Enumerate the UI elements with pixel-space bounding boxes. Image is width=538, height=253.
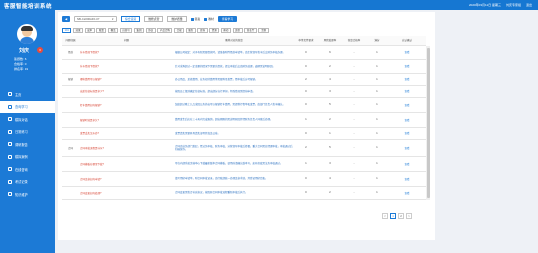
back-icon[interactable]: ◀ bbox=[62, 16, 70, 22]
chip[interactable]: 成本 bbox=[84, 28, 95, 33]
case-icon bbox=[8, 154, 12, 159]
edit-icon bbox=[8, 129, 12, 134]
page-button[interactable]: 1 bbox=[390, 213, 396, 219]
sidebar-item-simulate[interactable]: 模拟对话 bbox=[0, 113, 55, 126]
chip[interactable]: 产品订购 bbox=[157, 28, 173, 33]
sidebar-item-knowledge[interactable]: 知识维护 bbox=[0, 188, 55, 201]
sidebar: 刘庆 3 答题数: 6 合格率: 0 排名率: 19 主页 查询学习 模拟对话 … bbox=[0, 10, 55, 253]
checkbox-icon bbox=[190, 17, 194, 21]
toolbar: ◀ NB-C2200AFF-07 ▼ 综合运营 维修点管 维护质量 答案 教材 查… bbox=[58, 12, 435, 26]
exam-icon bbox=[8, 179, 12, 184]
checkbox-answer[interactable]: 答案 bbox=[190, 17, 200, 21]
stat-answers: 答题数: 6 bbox=[14, 57, 27, 61]
next-page-button[interactable]: > bbox=[406, 213, 412, 219]
stat-pass-rate: 合格率: 0 bbox=[14, 62, 27, 66]
sidebar-item-cases[interactable]: 模拟案例 bbox=[0, 151, 55, 164]
chip[interactable]: 合规 bbox=[173, 28, 185, 33]
main-panel: ◀ NB-C2200AFF-07 ▼ 综合运营 维修点管 维护质量 答案 教材 查… bbox=[58, 12, 435, 240]
tab-quality[interactable]: 维护质量 bbox=[167, 16, 187, 22]
home-icon bbox=[8, 92, 12, 97]
notification-badge[interactable]: 3 bbox=[37, 47, 43, 53]
book-icon bbox=[8, 192, 12, 197]
chip[interactable]: 101 bbox=[62, 28, 72, 33]
qa-table: 问题归属 问题 教材对应的答案 中等文件要求 风险处理率 答案合格率 满分 自认… bbox=[62, 36, 426, 200]
col-header: 中等文件要求 bbox=[294, 36, 318, 46]
sidebar-item-exam[interactable]: 考试记录 bbox=[0, 176, 55, 189]
chat-icon bbox=[8, 117, 12, 122]
checkbox-material[interactable]: 教材 bbox=[204, 17, 214, 21]
search-icon bbox=[8, 104, 12, 109]
chip[interactable]: 宽带 bbox=[232, 28, 243, 33]
chevron-down-icon: ▼ bbox=[111, 18, 114, 21]
report-icon bbox=[8, 142, 12, 147]
table-row[interactable]: 出差住宿标准是多少? 按照员工级别确定住宿标准，超出部分自行承担，特殊情况需提前申… bbox=[62, 85, 426, 98]
top-bar: 客服智能培训系统 2020年03月11日 星期三 刘庆专家组 退出 bbox=[0, 0, 538, 10]
table-row[interactable]: 借款 什么情况下借款? 根据公司规定：对于有新需要借款时，请准备附件借款申请单，由主… bbox=[62, 45, 426, 60]
page-button[interactable]: 2 bbox=[398, 213, 404, 219]
checkbox-icon bbox=[204, 17, 208, 21]
device-select[interactable]: NB-C2200AFF-07 ▼ bbox=[74, 16, 117, 22]
col-header: 满分 bbox=[366, 36, 388, 46]
avatar[interactable] bbox=[17, 24, 37, 44]
col-header: 问题归属 bbox=[62, 36, 79, 46]
chip[interactable]: 协议 bbox=[145, 28, 156, 33]
table-row[interactable]: 什么情况下借款? 针对采购超过一定金额的情况下需要先借款，提交审批后交由财务处理，… bbox=[62, 59, 426, 74]
col-header: 问题 bbox=[79, 36, 174, 46]
table-row[interactable]: 合同模板在哪里下载? 可在内部系统文档中心下载最新版本合同模板，使用前请确认版本号… bbox=[62, 156, 426, 172]
logout-link[interactable]: 退出 bbox=[526, 3, 532, 7]
table-row[interactable]: 报销时效是多久? 费用发生后应在三十天内完成报销，超出期限的需说明原因并经财务负责… bbox=[62, 112, 426, 128]
table-row[interactable]: 合同 合同审批流程是什么? 合同由业务部门发起，经法务审核、财务审核、分管领导审批后… bbox=[62, 139, 426, 157]
user-menu[interactable]: 刘庆专家组 bbox=[506, 3, 521, 7]
chip[interactable]: 主题 bbox=[258, 28, 269, 33]
app-title: 客服智能培训系统 bbox=[4, 4, 53, 10]
table-header: 问题归属 问题 教材对应的答案 中等文件要求 风险处理率 答案合格率 满分 自认… bbox=[62, 36, 426, 46]
table-row[interactable]: 发票丢失怎么办? 发票遗失需要开具遗失证明并加盖公章。 0 1-1 查看 bbox=[62, 127, 426, 140]
pagination: < 1 2 > bbox=[382, 213, 412, 219]
chip[interactable]: 自营号 bbox=[119, 28, 133, 33]
user-name: 刘庆 bbox=[19, 48, 30, 54]
sidebar-item-consult[interactable]: 在线咨询 bbox=[0, 163, 55, 176]
col-header: 自认确认 bbox=[388, 36, 426, 46]
tab-operations[interactable]: 综合运营 bbox=[121, 16, 141, 22]
consult-icon bbox=[8, 167, 12, 172]
table-row[interactable]: 打车费用如何报销? 加班超过晚上九点或因公务外出可以报销打车费用，需提供行程单和发… bbox=[62, 97, 426, 113]
col-header: 风险处理率 bbox=[318, 36, 342, 46]
chip[interactable]: 覆盖 bbox=[107, 28, 119, 33]
col-header: 教材对应的答案 bbox=[174, 36, 294, 46]
table-row[interactable]: 报销 哪些费用可以报销? 办公用品、差旅费用、业务招待费用等需要附带发票，经审批后方… bbox=[62, 73, 426, 86]
sidebar-item-report[interactable]: 调研报告 bbox=[0, 138, 55, 151]
chip[interactable]: 营业厅 bbox=[244, 28, 257, 33]
datetime: 2020年03月11日 星期三 bbox=[469, 3, 501, 7]
submit-button[interactable]: 查看学习 bbox=[217, 16, 238, 22]
sidebar-item-practice[interactable]: 日常练习 bbox=[0, 126, 55, 139]
sidebar-nav: 主页 查询学习 模拟对话 日常练习 调研报告 模拟案例 在线咨询 考试记录 知识… bbox=[0, 88, 55, 201]
prev-page-button[interactable]: < bbox=[382, 213, 388, 219]
chip[interactable]: 集团 bbox=[133, 28, 145, 33]
tab-repair[interactable]: 维修点管 bbox=[144, 16, 164, 22]
scrollbar-thumb[interactable] bbox=[426, 48, 430, 198]
filter-chips: 101 效果 成本 政策 覆盖 自营号 集团 协议 产品订购 合规 服务 咨询 … bbox=[62, 28, 269, 33]
table-row[interactable]: 合同变更如何处理? 合同变更需签订补充协议，按照原合同审批流程重新审批后执行。 0 2… bbox=[62, 186, 426, 200]
stat-rank: 排名率: 19 bbox=[14, 67, 29, 71]
chip[interactable]: 咨询 bbox=[197, 28, 208, 33]
sidebar-item-query[interactable]: 查询学习 bbox=[0, 100, 55, 113]
table-row[interactable]: 合同盖章如何申请? 填写用印申请单，附合同审批记录，由行政部统一办理盖章手续，并登… bbox=[62, 171, 426, 187]
scrollbar[interactable] bbox=[426, 46, 430, 200]
chip[interactable]: 资源 bbox=[209, 28, 220, 33]
chip[interactable]: 效果 bbox=[72, 28, 84, 33]
sidebar-item-home[interactable]: 主页 bbox=[0, 88, 55, 101]
chip[interactable]: 移动 bbox=[220, 28, 231, 33]
chip[interactable]: 政策 bbox=[96, 28, 107, 33]
col-header: 答案合格率 bbox=[342, 36, 366, 46]
chip[interactable]: 服务 bbox=[185, 28, 196, 33]
